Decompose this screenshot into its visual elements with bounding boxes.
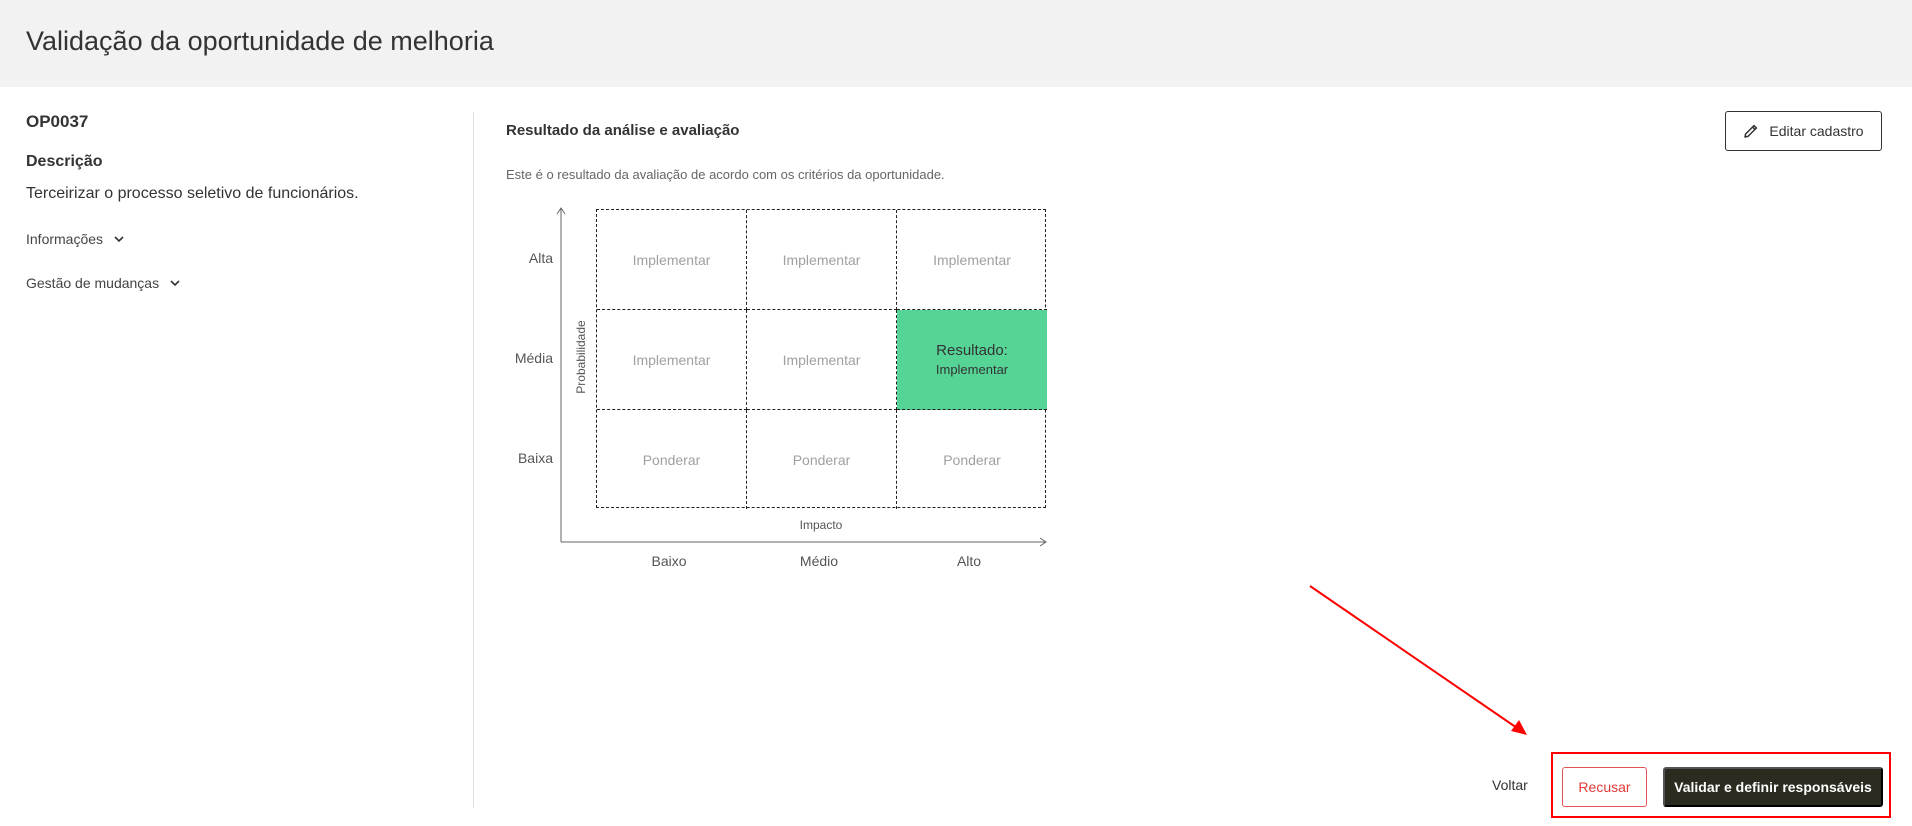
row-label-baixa: Baixa	[517, 450, 553, 466]
annotation-arrowhead-icon	[1511, 720, 1527, 735]
page-header: Validação da oportunidade de melhoria	[0, 0, 1912, 87]
column-label-baixo: Baixo	[651, 553, 687, 569]
matrix-cell: Ponderar	[747, 410, 897, 509]
opportunity-code: OP0037	[26, 112, 89, 131]
page-title: Validação da oportunidade de melhoria	[26, 26, 494, 56]
panel-divider	[473, 112, 474, 808]
matrix-grid: Implementar Implementar Implementar Impl…	[596, 209, 1047, 509]
description-label: Descrição	[26, 153, 103, 170]
matrix-cell: Implementar	[897, 210, 1047, 310]
matrix-cell: Implementar	[597, 310, 747, 410]
validate-button[interactable]: Validar e definir responsáveis	[1663, 767, 1883, 807]
y-axis-arrow-icon	[556, 207, 566, 215]
section-toggle-informacoes[interactable]: Informações	[26, 231, 125, 247]
description-text: Terceirizar o processo seletivo de funci…	[26, 185, 359, 202]
chevron-down-icon	[170, 280, 180, 287]
matrix-cell: Implementar	[597, 210, 747, 310]
result-title: Resultado:	[936, 342, 1008, 359]
refuse-button[interactable]: Recusar	[1562, 767, 1647, 807]
matrix-cell: Implementar	[747, 310, 897, 410]
x-axis-arrow-icon	[1039, 537, 1047, 547]
section-toggle-gestao-mudancas[interactable]: Gestão de mudanças	[26, 275, 181, 291]
annotation-arrow-line	[1309, 585, 1521, 731]
matrix-cell: Ponderar	[597, 410, 747, 509]
y-axis-title: Probabilidade	[574, 320, 588, 394]
pencil-icon	[1744, 124, 1758, 138]
left-panel: OP0037 Descrição Terceirizar o processo …	[0, 87, 474, 826]
column-label-medio: Médio	[799, 553, 839, 569]
row-label-media: Média	[514, 350, 553, 366]
edit-registration-button[interactable]: Editar cadastro	[1725, 111, 1882, 151]
section-description: Este é o resultado da avaliação de acord…	[506, 167, 945, 182]
matrix-result-cell: Resultado: Implementar	[897, 310, 1047, 410]
section-title: Resultado da análise e avaliação	[506, 122, 740, 139]
section-toggle-label: Informações	[26, 231, 104, 247]
row-label-alta: Alta	[528, 250, 553, 266]
matrix-cell: Implementar	[747, 210, 897, 310]
back-button[interactable]: Voltar	[1492, 777, 1528, 793]
chevron-down-icon	[114, 236, 124, 243]
matrix-cell: Ponderar	[943, 451, 1001, 468]
column-label-alto: Alto	[956, 553, 982, 569]
x-axis-title: Impacto	[799, 518, 843, 532]
edit-button-label: Editar cadastro	[1769, 123, 1864, 139]
result-value: Implementar	[935, 362, 1009, 377]
section-toggle-label: Gestão de mudanças	[26, 275, 160, 291]
